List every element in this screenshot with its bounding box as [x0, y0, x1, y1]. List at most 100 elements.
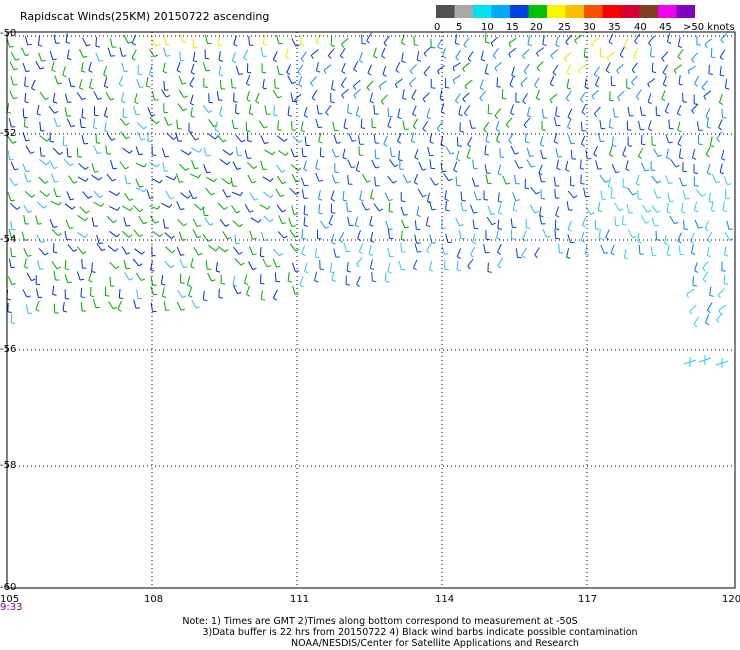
wind-barb	[176, 119, 179, 129]
wind-barb-flag	[331, 88, 336, 91]
wind-barb-flag	[88, 70, 93, 73]
wind-barb-flag	[496, 237, 501, 240]
wind-barb-flag	[505, 124, 510, 128]
wind-barb	[81, 258, 83, 269]
wind-barb-flag	[657, 154, 662, 157]
wind-barb-flag	[534, 210, 539, 214]
wind-barb	[135, 162, 145, 168]
wind-barb	[480, 50, 484, 60]
wind-barb	[454, 93, 461, 102]
wind-barb	[505, 117, 513, 125]
wind-barb	[233, 35, 237, 45]
wind-barb-flag	[277, 95, 282, 99]
wind-barb	[522, 49, 530, 56]
wind-barb-flag	[330, 101, 335, 103]
wind-barb-flag	[233, 43, 238, 47]
wind-barb	[66, 118, 72, 128]
wind-barb	[556, 159, 559, 169]
wind-barb	[661, 51, 669, 59]
wind-barb	[179, 51, 181, 61]
wind-barb	[328, 48, 335, 56]
wind-barb-flag	[582, 224, 587, 228]
wind-barb-flag	[638, 155, 642, 160]
wind-barb	[414, 234, 418, 244]
wind-barb	[445, 233, 449, 243]
wind-barb-flag	[464, 112, 468, 117]
wind-barb	[555, 36, 559, 46]
wind-barb-flag	[303, 213, 309, 216]
wind-barb-flag	[138, 153, 144, 156]
wind-barb-flag	[90, 295, 95, 298]
wind-barb	[188, 190, 194, 199]
wind-barb-flag	[591, 43, 595, 48]
wind-barb	[272, 51, 278, 60]
wind-barb-flag	[291, 225, 297, 228]
wind-barb	[316, 61, 319, 71]
wind-barb	[315, 159, 319, 169]
lat-label: -56	[0, 344, 16, 355]
wind-barb-flag	[139, 234, 144, 238]
wind-barb-flag	[104, 115, 109, 118]
wind-barb	[233, 285, 238, 294]
wind-barb	[208, 119, 215, 127]
wind-barb-flag	[124, 70, 129, 72]
wind-barb-flag	[67, 281, 72, 284]
wind-barb	[260, 231, 265, 241]
wind-barb	[311, 89, 318, 99]
wind-barb-flag	[316, 70, 321, 73]
wind-barb	[191, 160, 196, 169]
wind-barb-flag	[487, 271, 492, 273]
wind-barb	[291, 205, 295, 215]
wind-barb	[78, 163, 86, 170]
wind-barb	[104, 121, 107, 131]
wind-barb	[707, 231, 713, 241]
legend-label: 20	[530, 22, 543, 33]
wind-barb-flag	[702, 279, 707, 283]
wind-barb	[66, 147, 69, 157]
wind-barb-flag	[12, 141, 17, 144]
wind-barb	[425, 216, 429, 226]
wind-barb-flag	[36, 113, 41, 116]
wind-barb	[484, 64, 488, 74]
wind-barb-flag	[334, 171, 339, 174]
wind-barb-flag	[718, 127, 723, 131]
wind-barb-flag	[705, 153, 710, 158]
wind-barb	[53, 117, 58, 127]
wind-barb	[290, 92, 294, 102]
legend-label: 5	[456, 22, 462, 33]
wind-barb	[64, 93, 68, 103]
wind-barb	[718, 93, 723, 103]
wind-barb	[333, 248, 337, 258]
lat-label: -50	[0, 28, 16, 39]
wind-barb	[68, 175, 75, 184]
wind-barb	[95, 52, 100, 62]
wind-barb-flag	[404, 226, 409, 229]
wind-barb-flag	[303, 168, 308, 172]
wind-barb-flag	[456, 256, 461, 260]
wind-barb	[262, 258, 268, 268]
wind-barb-flag	[479, 87, 484, 91]
wind-barb	[50, 200, 60, 206]
wind-barb	[290, 148, 295, 157]
wind-barb	[679, 177, 684, 187]
wind-barb	[526, 159, 532, 168]
wind-barb-flag	[153, 54, 158, 58]
wind-barb	[330, 190, 335, 200]
wind-barb-flag	[652, 144, 657, 146]
wind-barb	[51, 228, 59, 237]
wind-barb-flag	[318, 198, 323, 201]
wind-barb-flag	[401, 42, 406, 46]
wind-barb	[339, 231, 345, 241]
wind-barb	[23, 117, 26, 127]
wind-barb-flag	[83, 55, 88, 58]
wind-barb-flag	[150, 269, 155, 272]
wind-barb	[288, 218, 293, 227]
wind-barb-flag	[716, 138, 720, 142]
wind-barb	[426, 108, 431, 118]
wind-barb-flag	[483, 129, 487, 133]
wind-barb-flag	[549, 99, 553, 104]
wind-barb-flag	[104, 130, 109, 133]
wind-barb-flag	[188, 131, 193, 133]
wind-barb	[325, 105, 332, 113]
wind-barb-flag	[266, 265, 272, 268]
